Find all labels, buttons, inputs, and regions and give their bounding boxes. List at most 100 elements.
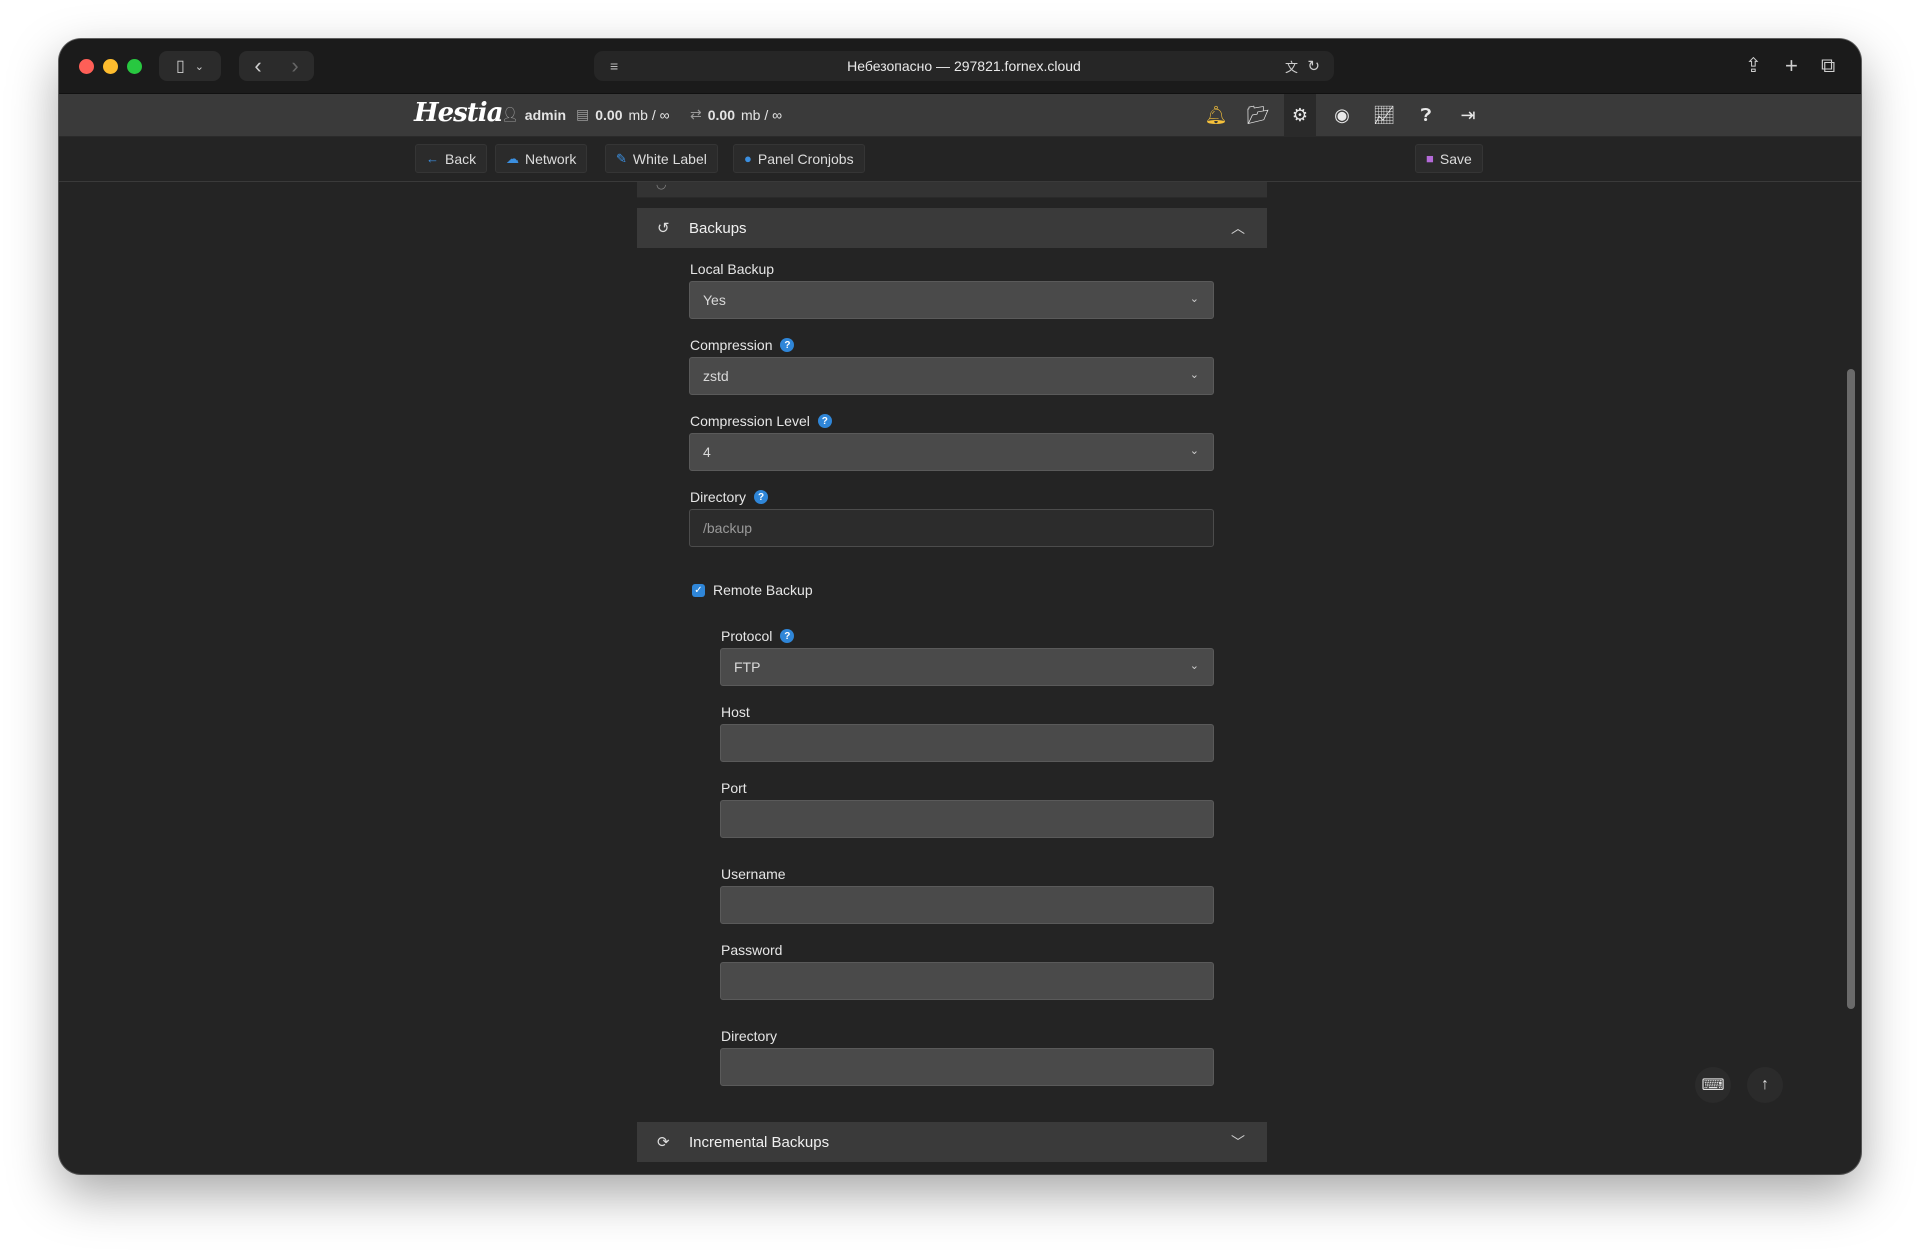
host-input[interactable] <box>720 724 1214 762</box>
back-label: Back <box>445 150 477 167</box>
back-nav-icon[interactable]: ‹ <box>240 51 277 81</box>
address-bar[interactable]: ≡ Небезопасно — 297821.fornex.cloud 文 ↻ <box>594 51 1334 81</box>
floppy-icon: ■ <box>1426 151 1434 166</box>
previous-section-header[interactable]: ◡ <box>637 177 1267 198</box>
username-label: Username <box>721 866 786 882</box>
keyboard-shortcuts-button[interactable]: ⌨ <box>1695 1067 1731 1103</box>
local-backup-label: Local Backup <box>690 261 774 277</box>
incremental-backups-section-header[interactable]: ⟳ Incremental Backups ﹀ <box>637 1122 1267 1162</box>
disk-unit: mb / ∞ <box>628 106 670 123</box>
white-label-button[interactable]: ✎ White Label <box>605 144 718 173</box>
network-button[interactable]: ☁ Network <box>495 144 588 173</box>
local-backup-select[interactable]: Yes ⌄ <box>689 281 1214 319</box>
chevron-down-icon: ⌄ <box>1189 293 1199 305</box>
remote-backup-checkbox[interactable]: ✓ <box>692 584 705 597</box>
username-input[interactable] <box>720 886 1214 924</box>
directory-placeholder: /backup <box>703 520 753 536</box>
scroll-to-top-button[interactable]: ↑ <box>1747 1067 1783 1103</box>
chevron-up-icon[interactable]: ︿ <box>1231 218 1245 238</box>
forward-nav-icon[interactable]: › <box>277 51 314 81</box>
user-stat[interactable]: 👤︎ admin <box>501 106 566 123</box>
protocol-select[interactable]: FTP ⌄ <box>720 648 1214 686</box>
remote-backup-label-text: Remote Backup <box>713 582 813 598</box>
port-label-text: Port <box>721 780 747 796</box>
tab-overview-icon[interactable]: ⧉ <box>1821 54 1835 78</box>
help-icon[interactable]: ? <box>780 629 795 643</box>
brush-icon: ✎ <box>616 150 627 166</box>
hestia-logo[interactable]: Hestia <box>414 98 503 128</box>
user-circle-icon[interactable]: ◉ <box>1326 100 1358 130</box>
incremental-backups-title: Incremental Backups <box>689 1133 830 1151</box>
browser-window: ▯ ⌄ ‹ › ≡ Небезопасно — 297821.fornex.cl… <box>59 39 1861 1174</box>
disk-icon: ▤ <box>576 106 590 122</box>
chevron-down-icon: ⌄ <box>1189 445 1199 457</box>
directory-input[interactable]: /backup <box>689 509 1214 547</box>
help-icon[interactable]: ❓︎ <box>1410 100 1442 130</box>
logout-icon[interactable]: ⇥ <box>1452 100 1484 130</box>
save-button[interactable]: ■ Save <box>1415 144 1483 173</box>
bandwidth-value: 0.00 <box>707 106 735 123</box>
help-icon[interactable]: ? <box>780 338 795 352</box>
panel-cronjobs-button[interactable]: ● Panel Cronjobs <box>733 144 865 173</box>
share-icon[interactable]: ⇪ <box>1745 54 1762 78</box>
maximize-window-button[interactable] <box>127 59 142 74</box>
keyboard-icon: ⌨ <box>1701 1077 1725 1094</box>
panel-cronjobs-label: Panel Cronjobs <box>757 150 854 167</box>
bandwidth-icon: ⇄ <box>690 106 702 122</box>
user-icon: 👤︎ <box>501 106 519 122</box>
browser-titlebar: ▯ ⌄ ‹ › ≡ Небезопасно — 297821.fornex.cl… <box>59 39 1861 94</box>
compression-label: Compression ? <box>690 337 795 353</box>
remote-backup-label[interactable]: Remote Backup <box>713 582 813 598</box>
arrow-left-icon: ← <box>426 151 439 166</box>
bandwidth-unit: mb / ∞ <box>740 106 783 123</box>
protocol-value: FTP <box>734 659 761 675</box>
username: admin <box>524 106 567 123</box>
compression-level-select[interactable]: 4 ⌄ <box>689 433 1214 471</box>
minimize-window-button[interactable] <box>103 59 118 74</box>
white-label-label: White Label <box>632 150 707 167</box>
sidebar-toggle-button[interactable]: ▯ ⌄ <box>159 51 221 81</box>
new-tab-icon[interactable]: + <box>1785 54 1798 78</box>
directory-label-text: Directory <box>690 489 747 505</box>
remote-directory-input[interactable] <box>720 1048 1214 1086</box>
help-icon[interactable]: ? <box>754 490 769 504</box>
compression-level-label: Compression Level ? <box>690 413 832 429</box>
translate-icon[interactable]: 文 <box>1285 57 1298 76</box>
backups-section-header[interactable]: ↺ Backups ︿ <box>637 208 1267 248</box>
chevron-down-icon[interactable]: ﹀ <box>1231 1132 1245 1152</box>
remote-directory-label-text: Directory <box>721 1028 778 1044</box>
cloud-icon: ☁ <box>506 150 519 166</box>
page-scrollbar[interactable] <box>1847 369 1855 1009</box>
disk-value: 0.00 <box>595 106 623 123</box>
history-nav: ‹ › <box>239 51 314 81</box>
address-text: Небезопасно — 297821.fornex.cloud <box>847 58 1081 74</box>
compression-value: zstd <box>703 368 729 384</box>
sync-icon: ⟳ <box>657 1134 670 1151</box>
remote-directory-label: Directory <box>721 1028 777 1044</box>
chevron-down-icon: ⌄ <box>1189 369 1199 381</box>
port-label: Port <box>721 780 747 796</box>
port-input[interactable] <box>720 800 1214 838</box>
chart-icon[interactable]: 📈︎ <box>1368 100 1400 130</box>
backups-title: Backups <box>689 219 747 237</box>
protocol-label: Protocol ? <box>721 628 795 644</box>
sidebar-icon: ▯ <box>175 58 185 75</box>
arrow-up-icon: ↑ <box>1761 1076 1769 1093</box>
compression-level-label-text: Compression Level <box>690 413 810 429</box>
bell-icon[interactable]: 🔔︎ <box>1200 100 1232 130</box>
close-window-button[interactable] <box>79 59 94 74</box>
network-label: Network <box>525 150 577 167</box>
disk-stat: ▤ 0.00 mb / ∞ <box>576 106 670 123</box>
chevron-down-icon: ⌄ <box>194 60 205 73</box>
folder-icon[interactable]: 📂︎ <box>1242 100 1274 130</box>
reload-icon[interactable]: ↻ <box>1307 57 1320 75</box>
directory-label: Directory ? <box>690 489 769 505</box>
reader-icon[interactable]: ≡ <box>610 58 618 74</box>
back-button[interactable]: ← Back <box>415 144 488 173</box>
help-icon[interactable]: ? <box>817 414 832 428</box>
password-input[interactable] <box>720 962 1214 1000</box>
gear-icon[interactable]: ⚙ <box>1284 94 1316 136</box>
compression-select[interactable]: zstd ⌄ <box>689 357 1214 395</box>
compression-label-text: Compression <box>690 337 773 353</box>
clock-icon: ● <box>744 151 752 166</box>
